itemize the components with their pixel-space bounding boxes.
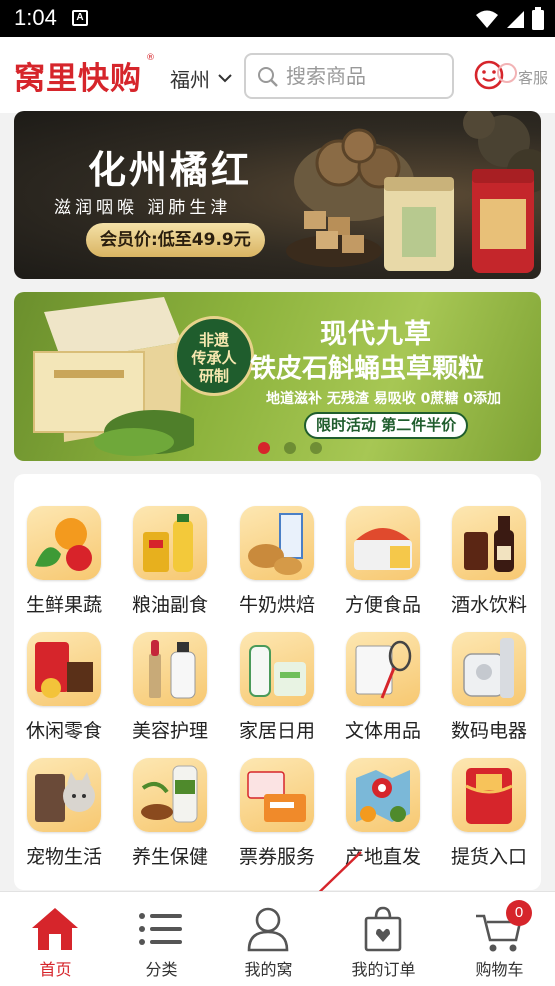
banner2-promo-pill: 限时活动 第二件半价 [304, 412, 469, 439]
category-item[interactable]: 宠物生活 [14, 758, 114, 868]
category-label: 美容护理 [131, 720, 208, 742]
app-screen: 1:04 A 窝里快购 ® 福州 客服 [0, 0, 555, 986]
nav-category[interactable]: 分类 [106, 892, 217, 986]
fresh-produce-icon [27, 506, 101, 580]
pickup-coupon-icon [452, 758, 526, 832]
category-label: 提货入口 [450, 846, 527, 868]
category-item[interactable]: 方便食品 [333, 506, 433, 616]
list-icon [139, 913, 182, 945]
carousel-indicator [258, 442, 322, 454]
carousel-dot[interactable] [284, 442, 296, 454]
badge-line: 非遗 [198, 331, 229, 349]
category-item[interactable]: 养生保健 [120, 758, 220, 868]
status-icons [475, 7, 545, 31]
status-bar: 1:04 A [0, 0, 555, 37]
category-item[interactable]: 酒水饮料 [439, 506, 539, 616]
carousel-dot[interactable] [310, 442, 322, 454]
origin-direct-icon [346, 758, 420, 832]
electronics-icon [452, 632, 526, 706]
home-icon [32, 908, 78, 950]
category-item[interactable]: 提货入口 [439, 758, 539, 868]
category-label: 文体用品 [344, 720, 421, 742]
nav-home-label: 首页 [39, 960, 72, 979]
badge-line: 研制 [198, 367, 229, 385]
nav-cart-label: 购物车 [475, 960, 524, 979]
category-label: 酒水饮料 [450, 594, 527, 616]
category-item[interactable]: 文体用品 [333, 632, 433, 742]
notification-icon: A [72, 10, 88, 26]
snacks-icon [27, 632, 101, 706]
banner2-brand: 现代九草 [320, 319, 432, 350]
registered-mark: ® [146, 53, 155, 63]
category-label: 养生保健 [131, 846, 208, 868]
category-item[interactable]: 数码电器 [439, 632, 539, 742]
nav-mine-label: 我的窝 [244, 960, 293, 979]
product-photo-juhong [286, 111, 541, 273]
category-label: 生鲜果蔬 [25, 594, 102, 616]
category-label: 家居日用 [238, 720, 315, 742]
category-grid: 生鲜果蔬 粮油副食 牛奶烘焙 方便食品 酒水饮料 休闲零食 美容护理 家居日用 … [14, 474, 541, 890]
category-item[interactable]: 美容护理 [120, 632, 220, 742]
banner1-subtitle: 滋润咽喉 润肺生津 [54, 198, 232, 218]
category-label: 休闲零食 [25, 720, 102, 742]
product-box-image [33, 297, 194, 456]
banner2-subtitle: 地道滋补 无残渣 易吸收 0蔗糖 0添加 [266, 391, 501, 407]
status-time: 1:04 [14, 5, 57, 30]
nav-mine[interactable]: 我的窝 [213, 892, 324, 986]
category-label: 粮油副食 [131, 594, 208, 616]
nav-cart[interactable]: 0 购物车 [444, 892, 555, 986]
category-label: 数码电器 [450, 720, 527, 742]
banner1-price-tag: 会员价:低至49.9元 [86, 223, 265, 257]
nav-orders[interactable]: 我的订单 [328, 892, 439, 986]
nav-home[interactable]: 首页 [0, 892, 111, 986]
pet-icon [27, 758, 101, 832]
search-input[interactable] [286, 61, 446, 91]
nav-category-label: 分类 [145, 960, 178, 979]
category-label: 宠物生活 [25, 846, 102, 868]
nav-orders-label: 我的订单 [351, 960, 416, 979]
banner-dendrobium-granules[interactable]: 非遗 传承人 研制 现代九草 铁皮石斛蛹虫草颗粒 地道滋补 无残渣 易吸收 0蔗… [14, 292, 541, 461]
bottom-navigation: 首页 分类 我的窝 我的订单 0 购物车 [0, 891, 555, 986]
user-icon [247, 907, 289, 952]
badge-line: 传承人 [191, 349, 237, 367]
grain-oil-icon [133, 506, 207, 580]
cart-count-badge: 0 [506, 900, 532, 926]
category-item[interactable]: 粮油副食 [120, 506, 220, 616]
customer-service-icon[interactable] [474, 59, 518, 93]
household-icon [240, 632, 314, 706]
health-icon [133, 758, 207, 832]
search-icon [258, 67, 278, 87]
signal-icon [507, 11, 524, 28]
category-item[interactable]: 休闲零食 [14, 632, 114, 742]
drinks-icon [452, 506, 526, 580]
battery-icon [532, 7, 544, 30]
category-label: 方便食品 [344, 594, 421, 616]
instant-food-icon [346, 506, 420, 580]
city-selector[interactable]: 福州 [170, 64, 210, 93]
category-item[interactable]: 生鲜果蔬 [14, 506, 114, 616]
shopping-bag-icon [364, 906, 402, 952]
heritage-badge: 非遗 传承人 研制 [174, 316, 254, 396]
banner1-title: 化州橘红 [88, 147, 253, 192]
banner2-title: 铁皮石斛蛹虫草颗粒 [250, 354, 485, 384]
milk-bakery-icon [240, 506, 314, 580]
banner-huazhou-juhong[interactable]: 化州橘红 滋润咽喉 润肺生津 会员价:低至49.9元 [14, 111, 541, 279]
category-item[interactable]: 家居日用 [227, 632, 327, 742]
carousel-dot-active[interactable] [258, 442, 270, 454]
header: 窝里快购 ® 福州 客服 [0, 37, 555, 113]
stationery-sports-icon [346, 632, 420, 706]
wifi-icon [476, 10, 498, 28]
category-label: 牛奶烘焙 [238, 594, 315, 616]
chevron-down-icon[interactable] [218, 73, 232, 83]
ticket-icon [240, 758, 314, 832]
app-logo: 窝里快购 [14, 61, 142, 97]
beauty-care-icon [133, 632, 207, 706]
customer-service-label[interactable]: 客服 [518, 67, 548, 88]
category-item[interactable]: 牛奶烘焙 [227, 506, 327, 616]
search-box[interactable] [244, 53, 454, 99]
